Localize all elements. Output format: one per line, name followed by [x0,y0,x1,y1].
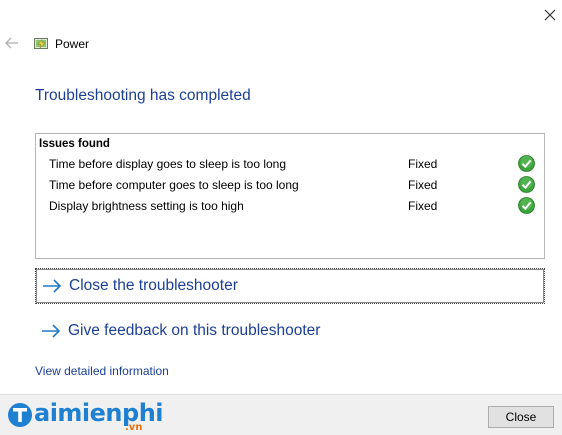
action-label: Close the troubleshooter [69,277,238,294]
issue-text: Display brightness setting is too high [49,199,244,213]
give-feedback-link[interactable]: Give feedback on this troubleshooter [35,314,545,350]
check-icon [518,176,535,193]
watermark-text: aimienphi [34,399,164,427]
action-label: Give feedback on this troubleshooter [68,322,321,339]
issue-row: Time before computer goes to sleep is to… [36,175,544,195]
issue-text: Time before display goes to sleep is too… [49,157,287,171]
issue-status: Fixed [408,178,438,192]
issue-text: Time before computer goes to sleep is to… [49,178,299,192]
issue-row: Display brightness setting is too high F… [36,196,544,216]
arrow-right-icon [43,279,62,293]
issue-row: Time before display goes to sleep is too… [36,154,544,174]
issues-header: Issues found [39,138,110,150]
view-detailed-information-link[interactable]: View detailed information [35,363,169,379]
arrow-right-icon [42,324,61,338]
issue-status: Fixed [408,199,438,213]
window-title: Power [55,37,90,51]
power-battery-icon [34,38,48,49]
watermark-logo: aimienphi .vn [7,398,164,434]
issue-status: Fixed [408,157,438,171]
close-button[interactable]: Close [488,406,554,428]
watermark-suffix: .vn [125,422,143,433]
check-icon [518,155,535,172]
close-troubleshooter-link[interactable]: Close the troubleshooter [35,268,545,304]
issues-list: Issues found Time before display goes to… [35,133,545,259]
back-arrow-icon[interactable] [4,35,20,51]
page-title: Troubleshooting has completed [35,87,251,104]
close-icon[interactable] [539,4,561,26]
check-icon [518,197,535,214]
watermark-t-icon [8,403,32,427]
troubleshooter-window: Power Troubleshooting has completed Issu… [0,0,562,435]
